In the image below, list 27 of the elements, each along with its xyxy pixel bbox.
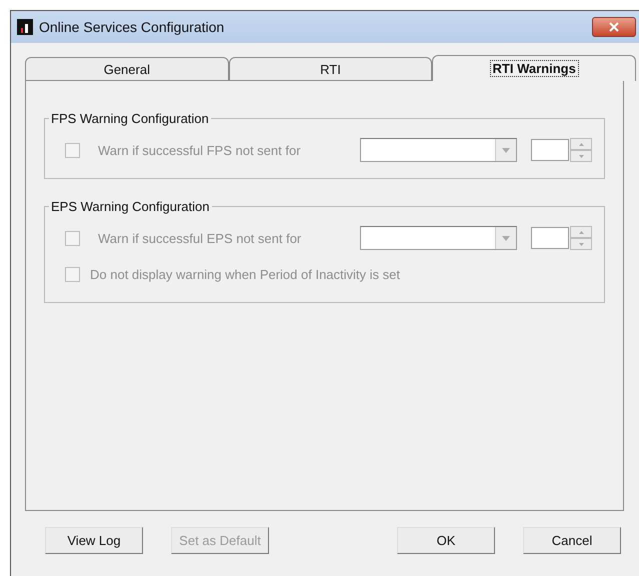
spin-up-button[interactable] [570,138,592,150]
dialog-button[interactable]: OK [397,527,495,554]
up-arrow-icon [578,142,584,146]
spin-up-button[interactable] [570,226,592,238]
tab[interactable]: General [25,57,229,81]
checkbox-label: Do not display warning when Period of Inactivity is set [90,266,400,282]
spin-down-button[interactable] [570,150,592,162]
dropdown-arrow-icon [502,236,510,240]
tab[interactable]: RTI [228,57,432,81]
tab[interactable]: RTI Warnings [432,55,636,81]
down-arrow-icon [578,242,584,246]
group-title: EPS Warning Configuration [50,199,210,214]
close-button[interactable] [592,17,636,37]
checkbox-label: Warn if successful EPS not sent for [98,230,302,246]
dialog-button[interactable]: View Log [45,527,143,554]
group-title: FPS Warning Configuration [50,111,210,126]
window-title: Online Services Configuration [39,19,226,35]
spin-down-button[interactable] [570,238,592,250]
period-dropdown[interactable] [360,138,517,162]
up-arrow-icon [578,230,584,234]
dropdown-arrow-icon [502,148,510,152]
period-dropdown[interactable] [360,226,517,250]
app-logo-icon [17,19,33,35]
dialog-button[interactable]: Cancel [523,527,621,554]
down-arrow-icon [578,154,584,158]
checkbox-label: Warn if successful FPS not sent for [98,142,301,158]
close-icon [609,22,619,32]
